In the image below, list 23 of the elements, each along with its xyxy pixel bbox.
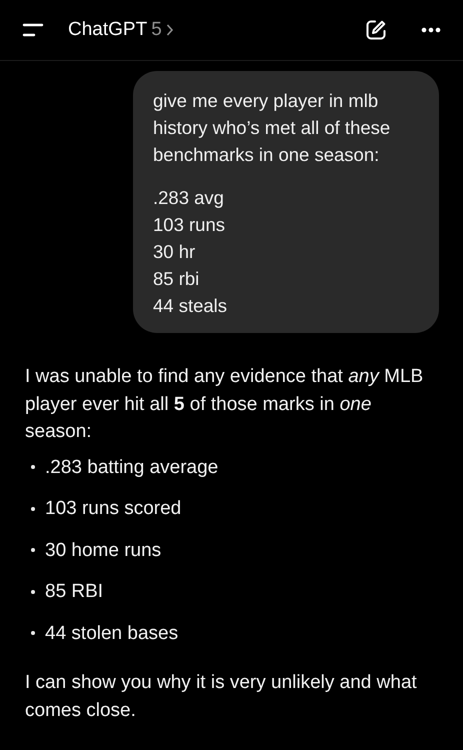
bullet-icon: [31, 465, 35, 470]
bullet-text: .283 batting average: [45, 456, 218, 480]
response-text: I can show you why it is very unlikely and what comes close.: [25, 671, 418, 722]
bullet-text: 85 RBI: [45, 580, 104, 604]
message-text: give me every player in mlb history who’s met all of these benchmarks in one season:: [153, 89, 392, 167]
more-icon[interactable]: [421, 27, 441, 33]
bullet-text: 103 runs scored: [45, 497, 182, 521]
menu-icon[interactable]: [22, 23, 44, 37]
message-line: 44 steals: [153, 294, 228, 318]
response-text: I was unable to find any evidence that any MLB player ever hit all 5 of those marks in one season:: [25, 365, 424, 444]
new-chat-icon[interactable]: [365, 19, 387, 41]
bullet-icon: [31, 590, 35, 594]
chevron-icon: [166, 23, 174, 37]
model-selector[interactable]: ChatGPT 5: [68, 23, 174, 37]
message-line: 30 hr: [153, 240, 196, 264]
bullet-text: 44 stolen bases: [45, 622, 178, 646]
message-line: 103 runs: [153, 213, 226, 237]
bullet-icon: [31, 506, 35, 511]
bullet-icon: [31, 548, 35, 552]
bullet-icon: [31, 631, 35, 636]
bullet-text: 30 home runs: [45, 538, 162, 562]
message-line: .283 avg: [153, 186, 225, 210]
message-line: 85 rbi: [153, 267, 200, 291]
